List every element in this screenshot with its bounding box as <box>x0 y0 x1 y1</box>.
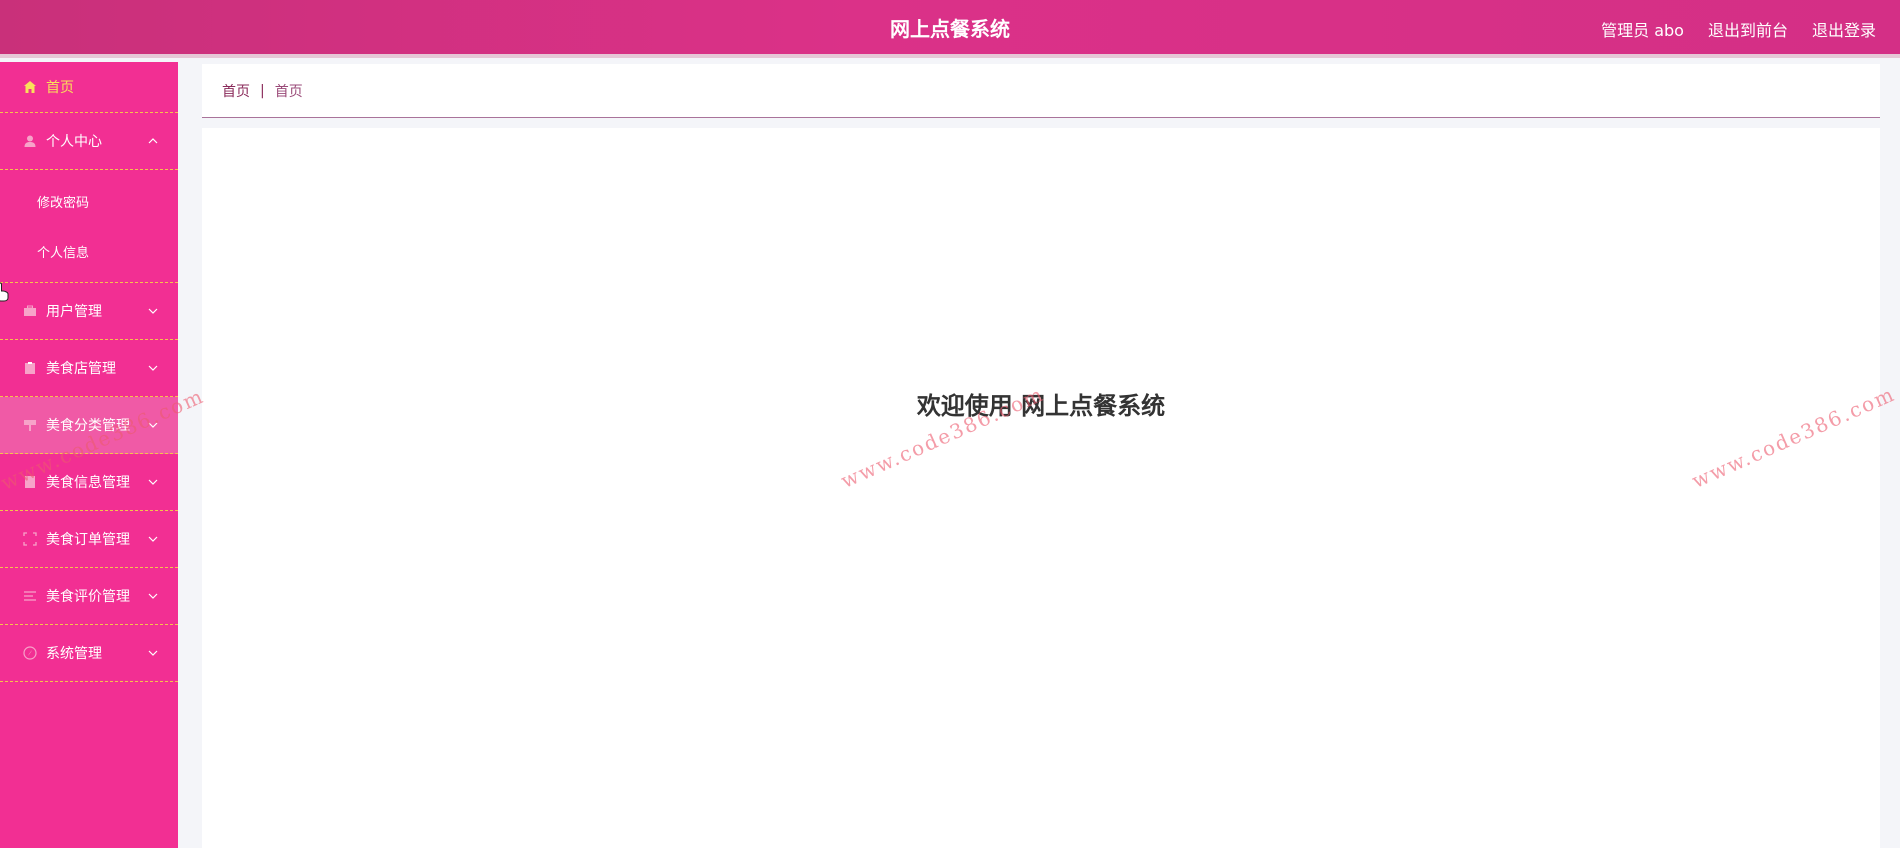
current-user-label: 管理员 abo <box>1601 21 1684 40</box>
sidebar-item-label: 美食信息管理 <box>46 475 130 491</box>
chevron-down-icon <box>148 534 158 544</box>
logout-link[interactable]: 退出登录 <box>1812 17 1876 41</box>
sidebar-item-label: 系统管理 <box>46 646 102 662</box>
home-icon <box>22 79 38 95</box>
sidebar-item-label: 美食订单管理 <box>46 532 130 548</box>
sidebar-item-personal-center[interactable]: 个人中心 <box>0 113 178 170</box>
sidebar-item-user-management[interactable]: 用户管理 <box>0 283 178 340</box>
welcome-heading: 欢迎使用 网上点餐系统 <box>916 392 1166 420</box>
compass-icon <box>22 645 38 661</box>
clipboard-icon <box>22 360 38 376</box>
sidebar-subitem-profile[interactable]: 个人信息 <box>0 226 178 276</box>
sidebar: 首页 个人中心 修改密码 个人信息 用户管理 美食店管理 美食分类管理 美食信息… <box>0 62 178 848</box>
sidebar-item-shop-management[interactable]: 美食店管理 <box>0 340 178 397</box>
chevron-down-icon <box>148 363 158 373</box>
sidebar-item-label: 用户管理 <box>46 304 102 320</box>
chevron-down-icon <box>148 306 158 316</box>
breadcrumb-current: 首页 <box>274 83 303 100</box>
sidebar-subitem-label: 修改密码 <box>37 195 90 211</box>
user-icon <box>22 133 38 149</box>
submenu-personal-center: 修改密码 个人信息 <box>0 170 178 283</box>
exit-to-frontend-link[interactable]: 退出到前台 <box>1708 17 1788 41</box>
breadcrumb: 首页 | 首页 <box>202 64 1880 118</box>
breadcrumb-separator: | <box>260 82 265 99</box>
chevron-down-icon <box>148 591 158 601</box>
chevron-down-icon <box>148 477 158 487</box>
top-bar: 网上点餐系统 管理员 abo 退出到前台 退出登录 <box>0 0 1900 58</box>
sidebar-item-home[interactable]: 首页 <box>0 62 178 113</box>
main-content: 欢迎使用 网上点餐系统 <box>202 128 1880 848</box>
sidebar-item-food-info-management[interactable]: 美食信息管理 <box>0 454 178 511</box>
briefcase-icon <box>22 303 38 319</box>
sidebar-subitem-change-password[interactable]: 修改密码 <box>0 176 178 226</box>
document-icon <box>22 474 38 490</box>
chevron-down-icon <box>148 648 158 658</box>
sidebar-item-label: 美食评价管理 <box>46 589 130 605</box>
sidebar-item-label: 首页 <box>46 80 74 96</box>
breadcrumb-home[interactable]: 首页 <box>222 81 250 101</box>
sidebar-item-label: 美食店管理 <box>46 361 116 377</box>
sidebar-item-review-management[interactable]: 美食评价管理 <box>0 568 178 625</box>
sidebar-item-system-management[interactable]: 系统管理 <box>0 625 178 682</box>
chevron-down-icon <box>148 420 158 430</box>
scan-icon <box>22 531 38 547</box>
sidebar-item-label: 个人中心 <box>46 134 102 150</box>
top-bar-actions: 管理员 abo 退出到前台 退出登录 <box>1601 0 1876 58</box>
list-icon <box>22 588 38 604</box>
sidebar-subitem-label: 个人信息 <box>37 245 90 261</box>
sidebar-item-category-management[interactable]: 美食分类管理 <box>0 397 178 454</box>
sidebar-item-order-management[interactable]: 美食订单管理 <box>0 511 178 568</box>
hand-cursor-icon <box>0 282 10 302</box>
sidebar-item-label: 美食分类管理 <box>46 418 130 434</box>
signpost-icon <box>22 417 38 433</box>
chevron-up-icon <box>148 136 158 146</box>
